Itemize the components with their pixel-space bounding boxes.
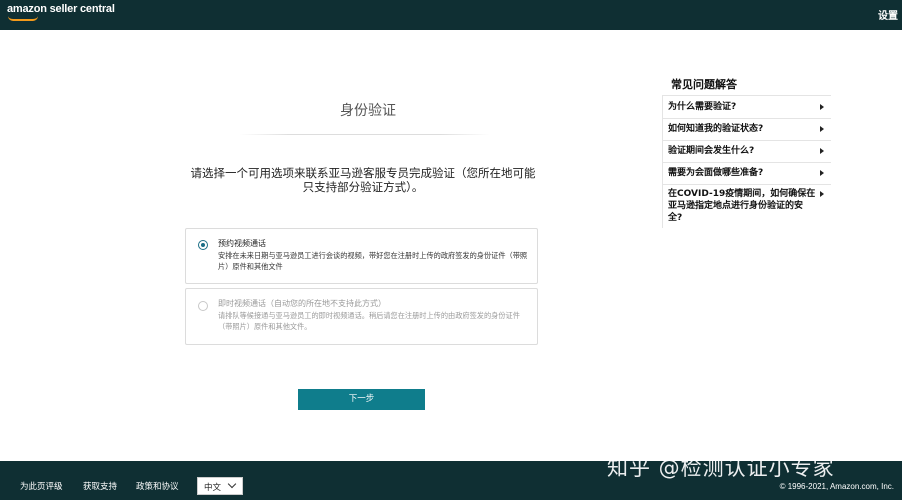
option-title: 即时视频通话（自动您的所在地不支持此方式） — [218, 299, 386, 308]
faq-divider — [663, 184, 831, 185]
amazon-seller-central-logo[interactable]: amazon seller central — [7, 3, 115, 15]
caret-right-icon — [820, 126, 824, 132]
instruction-text: 请选择一个可用选项来联系亚马逊客服专员完成验证（您所在地可能只支持部分验证方式）… — [190, 166, 536, 194]
faq-item-covid-safety[interactable]: 在COVID-19疫情期间，如何确保在亚马逊指定地点进行身份验证的安全? — [668, 188, 816, 224]
title-divider — [240, 134, 490, 135]
option-title: 预约视频通话 — [218, 239, 266, 248]
settings-link[interactable]: 设置 — [878, 7, 898, 22]
caret-right-icon — [820, 191, 824, 197]
caret-right-icon — [820, 104, 824, 110]
language-select[interactable]: 中文 — [197, 477, 243, 495]
caret-right-icon — [820, 170, 824, 176]
faq-divider — [663, 140, 831, 141]
rate-page-link[interactable]: 为此页评级 — [20, 480, 63, 492]
watermark-text: 知乎 @检测认证小专家 — [607, 456, 835, 480]
option-scheduled-video-call[interactable]: 预约视频通话 安排在未来日期与亚马逊员工进行会谈的视频，带好您在注册时上传的政府… — [185, 228, 538, 284]
faq-item-verification-status[interactable]: 如何知道我的验证状态? — [668, 123, 826, 135]
radio-button-selected[interactable] — [198, 240, 208, 250]
faq-item-meeting-prep[interactable]: 需要为会面做哪些准备? — [668, 167, 826, 179]
faq-item-during-verification[interactable]: 验证期间会发生什么? — [668, 145, 826, 157]
radio-button-disabled — [198, 301, 208, 311]
option-description: 请排队等候接通与亚马逊员工的即时视频通话。稍后请您在注册时上传的由政府签发的身份… — [218, 311, 520, 331]
caret-right-icon — [820, 148, 824, 154]
faq-item-why-verify[interactable]: 为什么需要验证? — [668, 101, 826, 113]
option-description: 安排在未来日期与亚马逊员工进行会谈的视频，带好您在注册时上传的政府签发的身份证件… — [218, 251, 528, 271]
amazon-smile-icon — [8, 16, 38, 21]
copyright-text: © 1996-2021, Amazon.com, Inc. — [779, 482, 894, 491]
get-support-link[interactable]: 获取支持 — [83, 480, 117, 492]
page-title: 身份验证 — [340, 103, 396, 119]
faq-divider — [663, 118, 831, 119]
top-bar — [0, 0, 902, 30]
policies-link[interactable]: 政策和协议 — [136, 480, 179, 492]
next-button[interactable]: 下一步 — [298, 389, 425, 410]
faq-heading: 常见问题解答 — [671, 78, 737, 91]
faq-divider — [663, 162, 831, 163]
option-instant-video-call: 即时视频通话（自动您的所在地不支持此方式） 请排队等候接通与亚马逊员工的即时视频… — [185, 288, 538, 345]
